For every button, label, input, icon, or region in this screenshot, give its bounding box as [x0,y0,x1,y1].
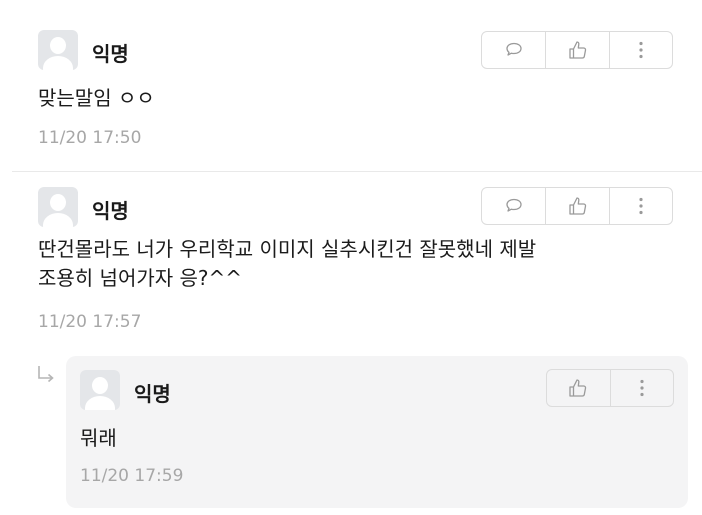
comment-actions [481,31,673,69]
thumbs-up-icon [569,379,587,397]
comment-timestamp: 11/20 17:50 [38,128,142,148]
more-icon [640,379,644,397]
comment-timestamp: 11/20 17:57 [38,312,142,332]
comment-item: 익명 딴건몰라도 너가 우리학교 이미지 실추시킨건 잘못했네 제발 조용히 넘… [0,171,702,356]
like-button[interactable] [545,32,608,68]
more-button[interactable] [608,188,672,224]
comment-icon [506,198,522,212]
reply-item: 익명 뭐래 11/20 17:59 [66,356,688,508]
reply-actions [546,369,674,407]
comment-text: 맞는말임 ㅇㅇ [38,86,155,110]
comment-author: 익명 [92,42,129,66]
comment-author: 익명 [92,199,129,223]
more-button[interactable] [608,32,672,68]
reply-timestamp: 11/20 17:59 [80,466,184,486]
avatar [38,187,78,227]
like-button[interactable] [547,370,610,406]
reply-author: 익명 [134,382,171,406]
comment-icon [506,42,522,56]
avatar [80,370,120,410]
more-icon [639,41,643,59]
reply-button[interactable] [482,32,545,68]
thumbs-up-icon [568,197,586,215]
more-icon [639,197,643,215]
comment-actions [481,187,673,225]
comment-text: 딴건몰라도 너가 우리학교 이미지 실추시킨건 잘못했네 제발 조용히 넘어가자… [38,237,537,290]
avatar [38,30,78,70]
like-button[interactable] [545,188,608,224]
thumbs-up-icon [568,41,586,59]
comment-item: 익명 맞는말임 ㅇㅇ 11/20 17:50 [0,0,702,171]
more-button[interactable] [609,370,673,406]
reply-arrow-icon [38,366,54,383]
reply-button[interactable] [482,188,545,224]
reply-text: 뭐래 [80,426,117,450]
